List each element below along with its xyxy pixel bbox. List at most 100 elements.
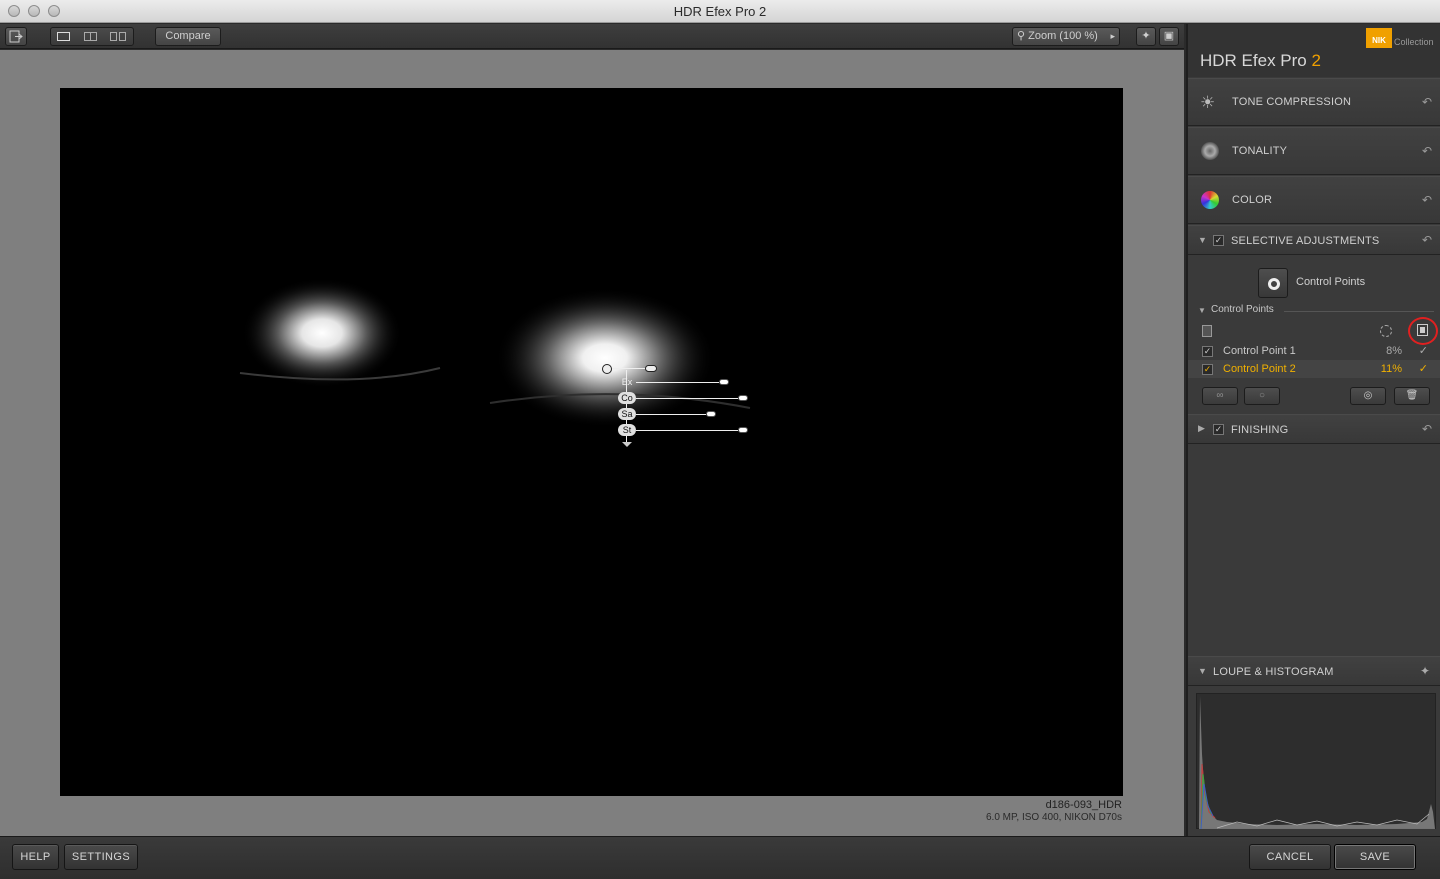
slider-label-st: St bbox=[618, 424, 636, 436]
zoom-dropdown[interactable]: ⚲ Zoom (100 %) ▸ bbox=[1012, 27, 1120, 46]
slider-knob[interactable] bbox=[719, 379, 729, 385]
color-wheel-icon bbox=[1201, 191, 1219, 209]
group-select-icon[interactable] bbox=[1380, 325, 1392, 337]
split-view-icon[interactable] bbox=[84, 32, 97, 41]
pin-icon[interactable]: ✦ bbox=[1420, 664, 1430, 678]
image-details: 6.0 MP, ISO 400, NIKON D70s bbox=[986, 812, 1122, 823]
minimize-window-button[interactable] bbox=[28, 5, 40, 17]
slider-label-co: Co bbox=[618, 392, 636, 404]
slider-knob[interactable] bbox=[738, 395, 748, 401]
app-brand-title: HDR Efex Pro 2 bbox=[1200, 51, 1321, 71]
section-tone-compression[interactable]: ☀ TONE COMPRESSION ↶ bbox=[1188, 78, 1440, 126]
image-workspace: Ex Co Sa St d186-093_HDR 6.0 MP, ISO 400, N… bbox=[0, 50, 1184, 836]
highlight-ring bbox=[1408, 317, 1438, 345]
section-label: FINISHING bbox=[1231, 424, 1289, 436]
exit-icon[interactable] bbox=[5, 27, 27, 46]
fullscreen-icon[interactable]: ▣ bbox=[1159, 27, 1179, 46]
control-point-value: 8% bbox=[1386, 345, 1402, 357]
chevron-down-icon[interactable]: ▼ bbox=[1198, 306, 1206, 315]
control-point-name: Control Point 1 bbox=[1223, 345, 1296, 357]
window-title: HDR Efex Pro 2 bbox=[673, 4, 767, 19]
slider-track bbox=[636, 430, 738, 431]
selective-adjustments-checkbox[interactable]: ✓ bbox=[1213, 235, 1224, 246]
divider bbox=[1284, 311, 1434, 312]
control-point-value: 11% bbox=[1380, 363, 1402, 375]
undo-icon[interactable]: ↶ bbox=[1422, 95, 1432, 109]
control-point-overlay[interactable]: Ex Co Sa St bbox=[600, 362, 800, 452]
section-label: TONE COMPRESSION bbox=[1232, 96, 1352, 108]
magnifier-icon: ⚲ bbox=[1017, 30, 1026, 42]
slider-track bbox=[636, 414, 706, 415]
brand-version: 2 bbox=[1311, 51, 1321, 70]
preview-toggle-icon[interactable]: ✦ bbox=[1136, 27, 1156, 46]
chevron-right-icon[interactable]: ▶ bbox=[1198, 423, 1205, 434]
radius-line bbox=[612, 368, 646, 369]
control-points-button[interactable]: Control Points bbox=[1258, 266, 1378, 300]
chevron-down-icon[interactable]: ▼ bbox=[1198, 235, 1207, 245]
control-point-checkbox[interactable]: ✓ bbox=[1202, 346, 1213, 357]
undo-icon[interactable]: ↶ bbox=[1422, 193, 1432, 207]
settings-button[interactable]: SETTINGS bbox=[64, 844, 138, 870]
sun-icon: ☀ bbox=[1200, 93, 1216, 112]
expand-triangle-icon[interactable] bbox=[622, 442, 632, 447]
list-item[interactable]: ✓ Control Point 2 11% ✓ bbox=[1188, 360, 1440, 378]
brand-title-text: HDR Efex Pro bbox=[1200, 51, 1307, 70]
section-color[interactable]: COLOR ↶ bbox=[1188, 176, 1440, 224]
photo-canvas[interactable]: Ex Co Sa St bbox=[60, 88, 1123, 796]
finishing-checkbox[interactable]: ✓ bbox=[1213, 424, 1224, 435]
slider-label-sa: Sa bbox=[618, 408, 636, 420]
undo-icon[interactable]: ↶ bbox=[1422, 144, 1432, 158]
side-by-side-view-icon[interactable] bbox=[110, 32, 126, 41]
save-button[interactable]: SAVE bbox=[1334, 844, 1416, 870]
section-label: TONALITY bbox=[1232, 145, 1288, 157]
slider-knob[interactable] bbox=[738, 427, 748, 433]
window-title-bar: HDR Efex Pro 2 bbox=[0, 0, 1440, 23]
bottom-bar: HELP SETTINGS CANCEL SAVE bbox=[0, 836, 1440, 879]
zoom-label: Zoom (100 %) bbox=[1028, 30, 1098, 42]
duplicate-icon[interactable]: ◎ bbox=[1350, 387, 1386, 405]
slider-track bbox=[636, 382, 719, 383]
section-label: SELECTIVE ADJUSTMENTS bbox=[1231, 235, 1380, 247]
control-points-button-label: Control Points bbox=[1296, 276, 1366, 288]
close-window-button[interactable] bbox=[8, 5, 20, 17]
nik-logo: NIK bbox=[1366, 28, 1392, 48]
control-point-checkbox[interactable]: ✓ bbox=[1202, 364, 1213, 375]
radius-handle[interactable] bbox=[645, 365, 657, 372]
view-mode-group bbox=[50, 27, 134, 46]
section-label: LOUPE & HISTOGRAM bbox=[1213, 666, 1334, 678]
checkmark-icon[interactable]: ✓ bbox=[1419, 360, 1428, 378]
section-loupe-histogram[interactable]: ▼ LOUPE & HISTOGRAM ✦ bbox=[1188, 656, 1440, 686]
control-point-name: Control Point 2 bbox=[1223, 363, 1296, 375]
cancel-button[interactable]: CANCEL bbox=[1249, 844, 1331, 870]
trash-icon[interactable]: 🗑 bbox=[1394, 387, 1430, 405]
help-button[interactable]: HELP bbox=[12, 844, 59, 870]
compare-button[interactable]: Compare bbox=[155, 27, 221, 46]
control-point-add-icon bbox=[1258, 268, 1288, 298]
section-label: COLOR bbox=[1232, 194, 1273, 206]
adjustments-panel: NIK Collection HDR Efex Pro 2 ☀ TONE COM… bbox=[1186, 24, 1440, 836]
ungroup-icon[interactable]: ○ bbox=[1244, 387, 1280, 405]
section-finishing[interactable]: ▶ ✓ FINISHING ↶ bbox=[1188, 414, 1440, 444]
histogram bbox=[1196, 693, 1436, 830]
undo-icon[interactable]: ↶ bbox=[1422, 233, 1432, 247]
control-point-center[interactable] bbox=[602, 364, 612, 374]
brand-header: NIK Collection HDR Efex Pro 2 bbox=[1188, 24, 1440, 77]
list-item[interactable]: ✓ Control Point 1 8% ✓ bbox=[1188, 342, 1440, 360]
list-visibility-icon[interactable] bbox=[1202, 325, 1212, 337]
chevron-down-icon[interactable]: ▼ bbox=[1198, 666, 1207, 676]
group-icon[interactable]: ∞ bbox=[1202, 387, 1238, 405]
top-toolbar: Compare ⚲ Zoom (100 %) ▸ ✦ ▣ bbox=[0, 24, 1184, 49]
undo-icon[interactable]: ↶ bbox=[1422, 422, 1432, 436]
section-selective-adjustments[interactable]: ▼ ✓ SELECTIVE ADJUSTMENTS ↶ bbox=[1188, 225, 1440, 255]
control-points-header: Control Points bbox=[1211, 304, 1274, 315]
section-tonality[interactable]: TONALITY ↶ bbox=[1188, 127, 1440, 175]
single-view-icon[interactable] bbox=[57, 32, 70, 41]
slider-track bbox=[636, 398, 738, 399]
chevron-right-icon: ▸ bbox=[1110, 31, 1115, 41]
slider-knob[interactable] bbox=[706, 411, 716, 417]
nik-collection-label: Collection bbox=[1394, 37, 1434, 47]
slider-label-ex: Ex bbox=[621, 377, 633, 387]
zoom-window-button[interactable] bbox=[48, 5, 60, 17]
photo-image bbox=[239, 278, 751, 428]
checkmark-icon[interactable]: ✓ bbox=[1419, 342, 1428, 360]
